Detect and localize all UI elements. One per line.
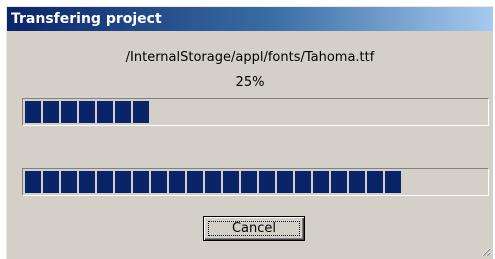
total-progress-block	[97, 171, 113, 193]
percent-complete: 25%	[235, 75, 265, 90]
total-progress-block	[331, 171, 347, 193]
total-progress-block	[151, 171, 167, 193]
total-progress-bar	[22, 168, 489, 196]
file-progress-block	[97, 101, 113, 123]
total-progress-block	[349, 171, 365, 193]
total-progress-block	[25, 171, 41, 193]
total-progress-block	[385, 171, 401, 193]
total-progress-block	[241, 171, 257, 193]
file-progress-block	[115, 101, 131, 123]
total-progress-block	[187, 171, 203, 193]
transfer-dialog: Transfering project /InternalStorage/app…	[6, 6, 493, 259]
current-file-path: /InternalStorage/appl/fonts/Tahoma.ttf	[125, 50, 375, 65]
total-progress-fill	[25, 171, 401, 193]
size-grip-icon[interactable]	[481, 247, 491, 257]
total-progress-block	[295, 171, 311, 193]
total-progress-block	[313, 171, 329, 193]
title-bar[interactable]: Transfering project	[7, 7, 493, 31]
total-progress-block	[43, 171, 59, 193]
total-progress-block	[115, 171, 131, 193]
file-progress-block	[133, 101, 149, 123]
file-progress-block	[43, 101, 59, 123]
total-progress-block	[169, 171, 185, 193]
total-progress-block	[367, 171, 383, 193]
total-progress-block	[79, 171, 95, 193]
file-progress-block	[61, 101, 77, 123]
file-progress-block	[79, 101, 95, 123]
total-progress-block	[223, 171, 239, 193]
cancel-button-label: Cancel	[231, 221, 277, 236]
total-progress-block	[61, 171, 77, 193]
cancel-button[interactable]: Cancel	[203, 216, 305, 241]
file-progress-bar	[22, 98, 489, 126]
file-progress-fill	[25, 101, 149, 123]
total-progress-block	[205, 171, 221, 193]
file-progress-block	[25, 101, 41, 123]
total-progress-block	[133, 171, 149, 193]
total-progress-block	[259, 171, 275, 193]
dialog-title: Transfering project	[11, 11, 162, 27]
total-progress-block	[277, 171, 293, 193]
